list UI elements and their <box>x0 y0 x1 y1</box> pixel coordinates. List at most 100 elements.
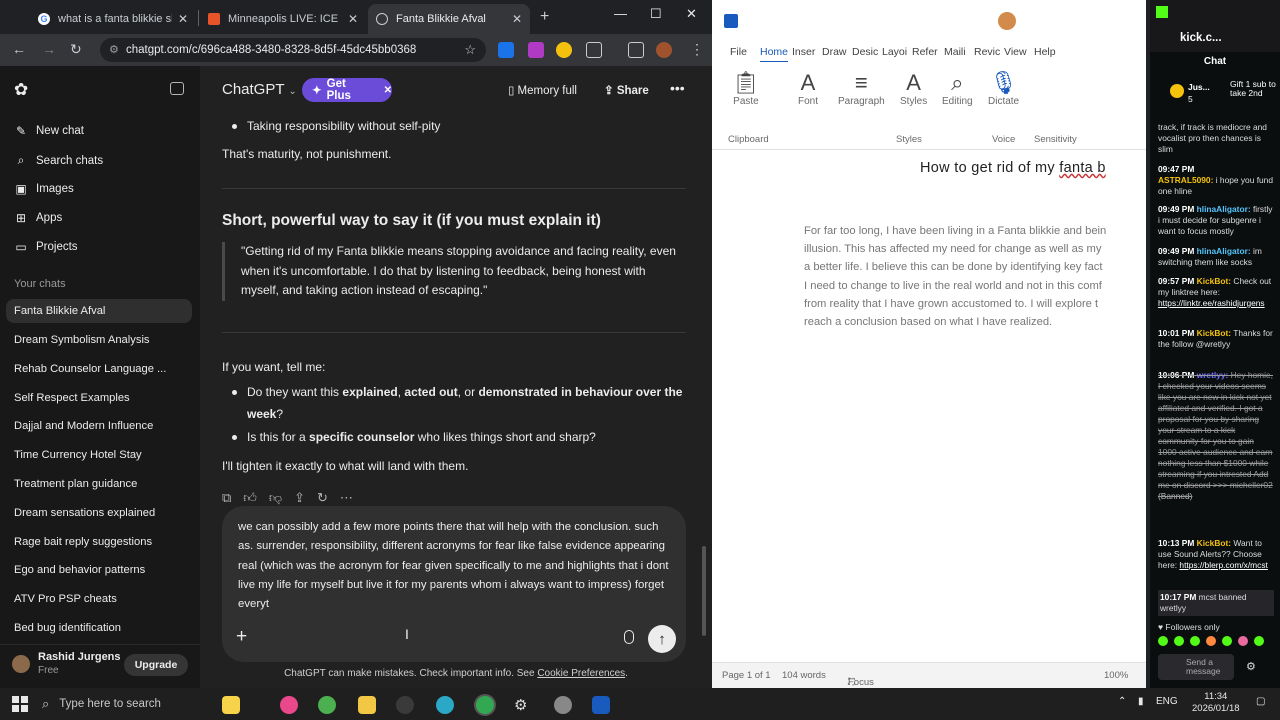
extension-icon[interactable] <box>528 42 544 58</box>
search-chats-button[interactable]: ⌕ Search chats <box>14 153 104 168</box>
get-plus-button[interactable]: ✦ Get Plus ✕ <box>302 78 392 102</box>
browser-tab-chatgpt[interactable]: Fanta Blikkie Afval ✕ <box>368 4 530 34</box>
avatar[interactable] <box>998 12 1016 30</box>
ribbon-tab-view[interactable]: View <box>1004 46 1027 58</box>
site-info-icon[interactable]: ⚙ <box>109 43 119 56</box>
chat-history-item[interactable]: Time Currency Hotel Stay <box>6 443 192 467</box>
new-chat-button[interactable]: ✎ New chat <box>14 124 84 138</box>
extension-icon[interactable] <box>556 42 572 58</box>
close-tab-icon[interactable]: ✕ <box>178 12 188 26</box>
prompt-textarea[interactable]: we can possibly add a few more points th… <box>238 518 670 614</box>
system-clock[interactable]: 11:34 2026/01/18 <box>1192 691 1240 715</box>
back-icon[interactable]: ← <box>12 41 26 57</box>
sidebar-toggle-icon[interactable] <box>170 82 184 95</box>
reading-list-icon[interactable] <box>628 42 644 58</box>
word-count[interactable]: 104 words <box>782 670 826 681</box>
ribbon-tab-home[interactable]: Home <box>760 46 789 63</box>
chat-history-item[interactable]: Treatment plan guidance <box>6 472 192 496</box>
close-window-icon[interactable]: ✕ <box>686 6 697 22</box>
widgets-icon[interactable] <box>222 696 240 714</box>
share-icon[interactable]: ⇪ <box>294 490 305 506</box>
extension-icon[interactable] <box>498 42 514 58</box>
chat-history-item[interactable]: Rage bait reply suggestions <box>6 530 192 554</box>
linktree-link[interactable]: https://linktr.ee/rashidjurgens <box>1158 298 1265 308</box>
ribbon-tab-file[interactable]: File <box>730 46 747 58</box>
close-icon[interactable]: ✕ <box>384 85 392 96</box>
editing-button[interactable]: ⌕ Editing <box>942 70 973 107</box>
emote-icon[interactable] <box>1254 636 1264 646</box>
sound-alerts-link[interactable]: https://blerp.com/x/mcst <box>1179 560 1267 570</box>
notifications-icon[interactable]: ▢ <box>1256 696 1265 707</box>
ribbon-tab-review[interactable]: Revic <box>974 46 1000 58</box>
ribbon-tab-insert[interactable]: Inser <box>792 46 815 58</box>
chat-history-item[interactable]: Rehab Counselor Language ... <box>6 357 192 381</box>
maximize-icon[interactable]: ☐ <box>650 6 662 22</box>
images-button[interactable]: ▣ Images <box>14 182 73 196</box>
account-menu[interactable]: Rashid Jurgens Free Upgrade <box>0 644 200 688</box>
settings-gear-icon[interactable]: ⚙ <box>1246 660 1256 673</box>
chat-input[interactable]: Send a message <box>1158 654 1234 680</box>
send-button[interactable]: ↑ <box>648 625 676 653</box>
windows-start-icon[interactable] <box>12 696 28 712</box>
copilot-icon[interactable] <box>280 696 298 714</box>
emote-icon[interactable] <box>1238 636 1248 646</box>
thumbs-down-icon[interactable]: 👎︎ <box>269 490 282 506</box>
close-tab-icon[interactable]: ✕ <box>512 12 522 26</box>
chrome-icon[interactable] <box>318 696 336 714</box>
new-tab-icon[interactable]: + <box>540 8 549 26</box>
scrollbar[interactable] <box>702 546 706 636</box>
ribbon-tab-draw[interactable]: Draw <box>822 46 847 58</box>
bookmark-star-icon[interactable]: ☆ <box>464 42 476 58</box>
thumbs-up-icon[interactable]: 👍︎ <box>243 490 257 506</box>
emote-icon[interactable] <box>1206 636 1216 646</box>
model-selector[interactable]: ChatGPT ⌄ <box>222 81 297 98</box>
minimize-icon[interactable]: — <box>614 6 627 21</box>
word-icon[interactable] <box>592 696 610 714</box>
dictate-button[interactable]: 🎙︎ Dictate <box>988 70 1019 107</box>
obs-icon[interactable] <box>396 696 414 714</box>
zoom-level[interactable]: 100% <box>1104 670 1128 681</box>
chrome-active-icon[interactable] <box>476 696 494 714</box>
attach-plus-icon[interactable]: + <box>236 626 247 648</box>
apps-button[interactable]: ⊞ Apps <box>14 211 62 225</box>
reload-icon[interactable]: ↻ <box>70 41 82 58</box>
share-button[interactable]: ⇪ Share <box>604 83 649 97</box>
regenerate-icon[interactable]: ↻ <box>317 490 328 506</box>
cookie-preferences-link[interactable]: Cookie Preferences <box>537 668 625 679</box>
forward-icon[interactable]: → <box>42 41 56 57</box>
document-body[interactable]: For far too long, I have been living in … <box>804 222 1149 331</box>
emote-icon[interactable] <box>1222 636 1232 646</box>
emote-strip[interactable] <box>1158 636 1274 648</box>
styles-button[interactable]: A Styles <box>900 70 927 107</box>
chat-history-item[interactable]: Fanta Blikkie Afval <box>6 299 192 323</box>
copy-icon[interactable]: ⧉ <box>222 490 231 506</box>
app-icon[interactable] <box>554 696 572 714</box>
chat-history-item[interactable]: Dream Symbolism Analysis <box>6 328 192 352</box>
gift-banner[interactable]: Jus... 5 Gift 1 sub to take 2nd <box>1170 80 1276 110</box>
chat-history-item[interactable]: Self Respect Examples <box>6 386 192 410</box>
more-options-icon[interactable]: ••• <box>670 80 685 96</box>
file-explorer-icon[interactable] <box>358 696 376 714</box>
browser-tab-google[interactable]: G what is a fanta blikkie slang ✕ <box>30 4 196 34</box>
ribbon-tab-design[interactable]: Desic <box>852 46 878 58</box>
ribbon-tab-layout[interactable]: Layoi <box>882 46 907 58</box>
ribbon-tab-mailings[interactable]: Maili <box>944 46 966 58</box>
omnibox[interactable]: ⚙ chatgpt.com/c/696ca488-3480-8328-8d5f-… <box>100 38 486 62</box>
ribbon-tab-help[interactable]: Help <box>1034 46 1056 58</box>
profile-avatar-icon[interactable] <box>656 42 672 58</box>
memory-full-button[interactable]: ▯ Memory full <box>508 83 577 97</box>
close-tab-icon[interactable]: ✕ <box>348 12 358 26</box>
battery-icon[interactable]: ▮ <box>1138 696 1144 707</box>
browser-tab-minneapolis[interactable]: Minneapolis LIVE: ICE ✕ <box>200 4 366 34</box>
extensions-puzzle-icon[interactable] <box>586 42 602 58</box>
emote-icon[interactable] <box>1174 636 1184 646</box>
chat-history-item[interactable]: Bed bug identification <box>6 616 192 640</box>
more-icon[interactable]: ⋯ <box>340 490 353 506</box>
document-canvas[interactable]: How to get rid of my fanta b For far too… <box>712 150 1146 660</box>
microphone-icon[interactable] <box>624 630 634 644</box>
tray-chevron-icon[interactable]: ⌃ <box>1118 696 1126 707</box>
chat-history-item[interactable]: Ego and behavior patterns <box>6 558 192 582</box>
emote-icon[interactable] <box>1158 636 1168 646</box>
font-button[interactable]: A Font <box>798 70 818 107</box>
ribbon-tab-references[interactable]: Refer <box>912 46 938 58</box>
